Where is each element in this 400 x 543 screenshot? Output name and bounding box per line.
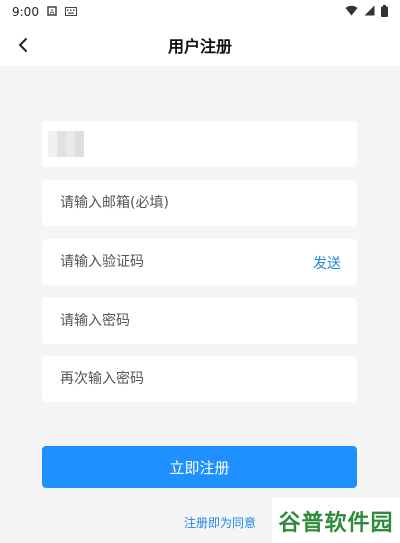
wifi-icon (345, 5, 358, 19)
send-code-button[interactable]: 发送 (313, 253, 341, 273)
email-field-container (42, 180, 357, 226)
status-bar: 9:00 A (0, 0, 400, 24)
watermark-text: 谷普软件园 (278, 510, 394, 536)
register-button[interactable]: 立即注册 (42, 446, 357, 488)
svg-text:A: A (50, 8, 55, 16)
back-button[interactable] (10, 32, 36, 58)
confirm-password-input[interactable] (58, 370, 341, 388)
blurred-username (48, 131, 84, 157)
notification-icon: A (47, 5, 57, 19)
battery-icon (381, 4, 388, 20)
password-input[interactable] (58, 312, 341, 330)
watermark-logo: 谷普软件园 (272, 498, 400, 543)
email-input[interactable] (58, 194, 341, 212)
verification-code-field-container: 发送 (42, 239, 357, 285)
status-time: 9:00 (12, 5, 39, 19)
chevron-left-icon (19, 38, 27, 52)
signal-icon (364, 5, 375, 19)
keyboard-icon (64, 5, 77, 19)
agreement-link[interactable]: 注册即为同意 (184, 514, 256, 531)
page-title: 用户注册 (167, 37, 232, 56)
password-field-container (42, 298, 357, 344)
username-field[interactable] (42, 121, 357, 167)
confirm-password-field-container (42, 356, 357, 402)
verification-code-input[interactable] (58, 253, 292, 271)
app-header: 用户注册 (0, 24, 400, 66)
